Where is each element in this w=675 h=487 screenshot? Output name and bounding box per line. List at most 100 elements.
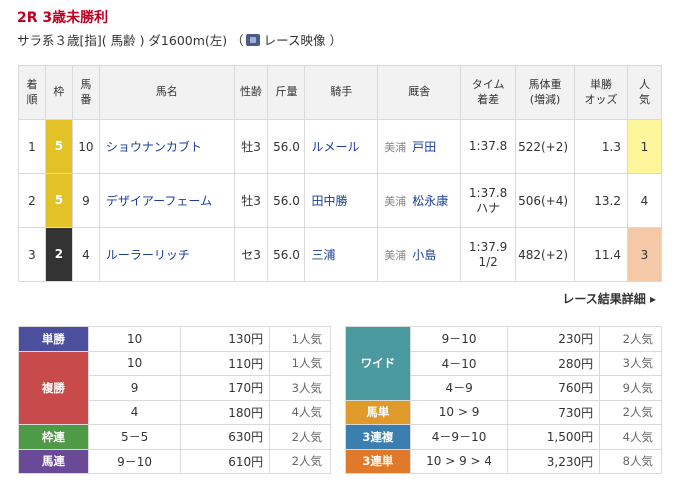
- payout-number: 9－10: [87, 448, 182, 474]
- payout-pop: 8人気: [599, 448, 662, 474]
- payout-yen: 730円: [507, 399, 601, 425]
- trainer-link[interactable]: 小島: [412, 248, 436, 262]
- payout-pop: 2人気: [269, 424, 331, 450]
- time-cell: 1:37.8: [460, 119, 517, 174]
- jockey-link[interactable]: ルメール: [304, 119, 379, 174]
- wakuren-label: 枠連: [18, 424, 89, 450]
- header-waku: 枠: [44, 65, 73, 120]
- payout-yen: 110円: [180, 350, 271, 376]
- payout-number: 10 > 9: [409, 399, 509, 425]
- payout-row: 複勝 10 110円 1人気: [18, 350, 331, 425]
- header-body: 馬体重 (増減): [515, 65, 576, 120]
- payout-number: 10: [87, 326, 182, 352]
- popularity: 1: [627, 119, 662, 174]
- stable-cell: 美浦 小島: [377, 227, 462, 282]
- video-icon[interactable]: [245, 33, 260, 46]
- table-row: 1 5 10 ショウナンカブト 牡3 56.0 ルメール 美浦 戸田 1:37.8…: [18, 119, 662, 174]
- sex-age: セ3: [233, 227, 269, 282]
- payout-number: 5－5: [87, 424, 182, 450]
- header-name: 馬名: [98, 65, 235, 120]
- tansho-label: 単勝: [18, 326, 89, 352]
- rank: 1: [18, 119, 46, 174]
- payout-pop: 1人気: [269, 326, 331, 352]
- payout-row: ワイド 9－10 230円 2人気: [345, 326, 662, 401]
- stable-cell: 美浦 戸田: [377, 119, 462, 174]
- carried-weight: 56.0: [267, 119, 306, 174]
- wide-label: ワイド: [345, 326, 411, 401]
- payout-row: 枠連 5－5 630円 2人気: [18, 424, 331, 450]
- time-cell: 1:37.9 1/2: [460, 227, 517, 282]
- payout-pop: 3人気: [269, 375, 331, 401]
- waku-cell: 5: [44, 119, 73, 174]
- header-sex: 性齢: [233, 65, 269, 120]
- horse-number: 4: [71, 227, 100, 282]
- race-title: 2R 3歳未勝利: [17, 10, 109, 26]
- win-odds: 1.3: [574, 119, 628, 174]
- payout-pop: 1人気: [269, 350, 331, 376]
- stable-cell: 美浦 松永康: [377, 173, 462, 228]
- jockey-link[interactable]: 三浦: [304, 227, 379, 282]
- sex-age: 牡3: [233, 173, 269, 228]
- sex-age: 牡3: [233, 119, 269, 174]
- payout-yen: 170円: [180, 375, 271, 401]
- carried-weight: 56.0: [267, 173, 306, 228]
- payout-yen: 280円: [507, 350, 601, 376]
- umatan-label: 馬単: [345, 399, 411, 425]
- umaren-label: 馬連: [18, 448, 89, 474]
- waku-cell: 2: [44, 227, 73, 282]
- table-row: 3 2 4 ルーラーリッチ セ3 56.0 三浦 美浦 小島 1:37.9 1/2 …: [18, 227, 662, 282]
- result-table: 着順 枠 馬番 馬名 性齢 斤量 騎手 厩舎 タイム 着差 馬体重 (増減) 単勝オ…: [18, 65, 662, 282]
- payout-row: 3連複 4－9－10 1,500円 4人気: [345, 424, 662, 450]
- payout-yen: 1,500円: [507, 424, 601, 450]
- payout-yen: 180円: [180, 399, 271, 425]
- margin: 1/2: [478, 254, 498, 269]
- payout-pop: 9人気: [599, 375, 662, 401]
- horse-number: 10: [71, 119, 100, 174]
- waku-badge: 2: [45, 228, 72, 281]
- race-conditions-text: サラ系３歳[指]( 馬齢 ) ダ1600m(左) （: [17, 33, 244, 48]
- payout-yen: 630円: [180, 424, 271, 450]
- payout-number: 4－10: [409, 350, 509, 376]
- payout-number: 9－10: [409, 326, 509, 352]
- stable-region: 美浦: [384, 141, 407, 154]
- header-stable: 厩舎: [377, 65, 462, 120]
- stable-region: 美浦: [384, 195, 407, 208]
- stable-region: 美浦: [384, 249, 407, 262]
- horse-name-link[interactable]: ショウナンカブト: [98, 119, 235, 174]
- margin: ハナ: [476, 200, 501, 215]
- header-rank: 着順: [18, 65, 46, 120]
- popularity: 3: [627, 227, 662, 282]
- payout-pop: 4人気: [599, 424, 662, 450]
- win-odds: 13.2: [574, 173, 628, 228]
- rank: 3: [18, 227, 46, 282]
- payout-yen: 130円: [180, 326, 271, 352]
- popularity: 4: [627, 173, 662, 228]
- race-conditions: サラ系３歳[指]( 馬齢 ) ダ1600m(左) （ レース映像 ）: [17, 30, 342, 49]
- race-detail-link[interactable]: レース結果詳細 ▸: [562, 290, 656, 307]
- waku-badge: 5: [45, 174, 72, 227]
- win-odds: 11.4: [574, 227, 628, 282]
- header-odds: 単勝 オッズ: [574, 65, 628, 120]
- trainer-link[interactable]: 松永康: [412, 194, 448, 208]
- sanrenpuku-label: 3連複: [345, 424, 411, 450]
- payout-number: 4－9－10: [409, 424, 509, 450]
- payout-pop: 2人気: [599, 326, 662, 352]
- payout-number: 10: [87, 350, 182, 376]
- header-jockey: 騎手: [304, 65, 379, 120]
- payout-pop: 4人気: [269, 399, 331, 425]
- header-time: タイム 着差: [460, 65, 517, 120]
- header-weight: 斤量: [267, 65, 306, 120]
- payout-yen: 3,230円: [507, 448, 601, 474]
- header-num: 馬番: [71, 65, 100, 120]
- body-weight: 482(+2): [515, 227, 576, 282]
- race-video-link[interactable]: レース映像 ）: [264, 30, 342, 49]
- rank: 2: [18, 173, 46, 228]
- jockey-link[interactable]: 田中勝: [304, 173, 379, 228]
- body-weight: 522(+2): [515, 119, 576, 174]
- horse-name-link[interactable]: ルーラーリッチ: [98, 227, 235, 282]
- horse-name-link[interactable]: デザイアーフェーム: [98, 173, 235, 228]
- trainer-link[interactable]: 戸田: [412, 140, 436, 154]
- payout-pop: 2人気: [599, 399, 662, 425]
- payout-yen: 230円: [507, 326, 601, 352]
- payout-table-left: 単勝 10 130円 1人気 複勝 10 110円 1人気 9 170円 3人気…: [18, 326, 331, 474]
